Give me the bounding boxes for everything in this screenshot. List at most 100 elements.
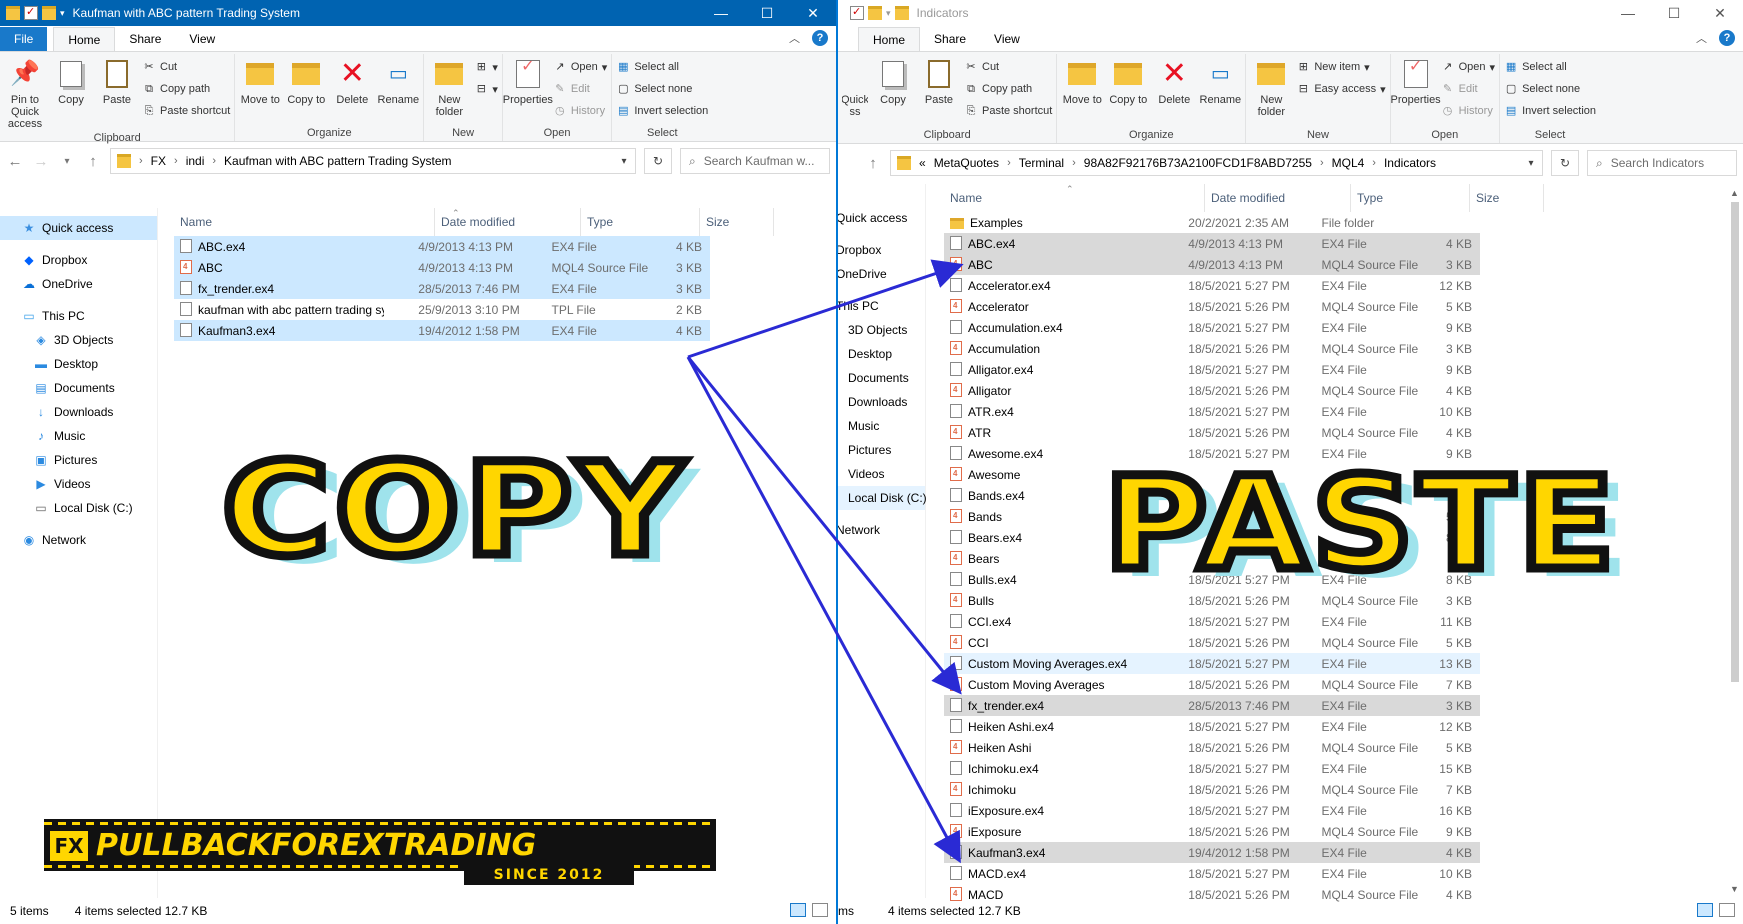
file-row[interactable]: Heiken Ashi.ex4 18/5/2021 5:27 PM EX4 File…	[944, 716, 1480, 737]
nav-item-quick-access[interactable]: Quick access	[838, 206, 925, 230]
file-row[interactable]: Alligator.ex4 18/5/2021 5:27 PM EX4 File 9 …	[944, 359, 1480, 380]
easy-access-button[interactable]: ⊟ Easy access ▾	[1296, 80, 1386, 98]
file-row[interactable]: ABC.ex4 4/9/2013 4:13 PM EX4 File 4 KB	[944, 233, 1480, 254]
file-row[interactable]: Awesome.ex4 18/5/2021 5:27 PM EX4 File 9 KB	[944, 443, 1480, 464]
search-input[interactable]: ⌕ Search Kaufman w...	[680, 148, 830, 174]
paste-shortcut-button[interactable]: ⎘ Paste shortcut	[964, 102, 1053, 120]
edit-button[interactable]: ✎ Edit	[1441, 80, 1495, 98]
minimize-button[interactable]: —	[1605, 0, 1651, 26]
refresh-icon[interactable]: ↻	[1551, 150, 1579, 176]
file-row[interactable]: Heiken Ashi 18/5/2021 5:26 PM MQL4 Source …	[944, 737, 1480, 758]
nav-item-downloads[interactable]: Downloads	[838, 390, 925, 414]
rename-button[interactable]: ▭ Rename	[377, 54, 420, 125]
delete-button[interactable]: ✕ Delete	[1153, 54, 1195, 127]
nav-item-downloads[interactable]: ↓ Downloads	[0, 400, 157, 424]
nav-item-music[interactable]: Music	[838, 414, 925, 438]
breadcrumb-item[interactable]: Kaufman with ABC pattern Trading System	[224, 154, 451, 168]
file-row[interactable]: Alligator 18/5/2021 5:26 PM MQL4 Source Fi…	[944, 380, 1480, 401]
nav-item-videos[interactable]: ▶ Videos	[0, 472, 157, 496]
file-row[interactable]: Kaufman3.ex4 19/4/2012 1:58 PM EX4 File 4 K…	[174, 320, 710, 341]
file-row[interactable]: ATR.ex4 18/5/2021 5:27 PM EX4 File 10 KB	[944, 401, 1480, 422]
scroll-up-icon[interactable]: ▲	[1730, 188, 1739, 198]
open-button[interactable]: ↗ Open ▾	[1441, 58, 1495, 76]
tab-home[interactable]: Home	[858, 27, 921, 51]
file-row[interactable]: CCI.ex4 18/5/2021 5:27 PM EX4 File 11 KB	[944, 611, 1480, 632]
move-to-button[interactable]: Move to	[239, 54, 281, 125]
move-to-button[interactable]: Move to	[1061, 54, 1103, 127]
edit-button[interactable]: ✎ Edit	[553, 80, 607, 98]
search-input[interactable]: ⌕ Search Indicators	[1587, 150, 1737, 176]
file-row[interactable]: MACD.ex4 18/5/2021 5:27 PM EX4 File 10 KB	[944, 863, 1480, 884]
copy-path-button[interactable]: ⧉ Copy path	[964, 80, 1052, 98]
address-bar[interactable]: › FX › indi › Kaufman with ABC pattern T…	[110, 148, 636, 174]
file-row[interactable]: Kaufman3.ex4 19/4/2012 1:58 PM EX4 File 4 K…	[944, 842, 1480, 863]
column-header-name[interactable]: Name	[944, 184, 1205, 212]
select-all-button[interactable]: ▦ Select all	[1504, 58, 1596, 76]
file-row[interactable]: Accumulation 18/5/2021 5:26 PM MQL4 Source…	[944, 338, 1480, 359]
nav-item-onedrive[interactable]: OneDrive	[838, 262, 925, 286]
file-row[interactable]: ABC 4/9/2013 4:13 PM MQL4 Source File 3 KB	[174, 257, 710, 278]
address-bar[interactable]: « MetaQuotes › Terminal › 98A82F92176B73…	[890, 150, 1543, 176]
nav-item-3d-objects[interactable]: ◈ 3D Objects	[0, 328, 157, 352]
file-row[interactable]: Bands 5 KB	[944, 506, 1480, 527]
tab-view[interactable]: View	[980, 27, 1034, 51]
new-item-button[interactable]: ⊞ ▾	[474, 58, 498, 76]
file-row[interactable]: Bulls.ex4 18/5/2021 5:27 PM EX4 File 8 KB	[944, 569, 1480, 590]
tab-home[interactable]: Home	[53, 27, 116, 51]
scroll-down-icon[interactable]: ▼	[1730, 884, 1739, 894]
large-icons-view-icon[interactable]	[1719, 903, 1735, 917]
column-header-date[interactable]: Date modified	[1205, 184, 1351, 212]
large-icons-view-icon[interactable]	[812, 903, 828, 917]
file-row[interactable]: ABC 4/9/2013 4:13 PM MQL4 Source File 3 KB	[944, 254, 1480, 275]
nav-item-onedrive[interactable]: ☁ OneDrive	[0, 272, 157, 296]
file-row[interactable]: Awesome	[944, 464, 1480, 485]
folder-icon[interactable]	[6, 6, 20, 20]
breadcrumb-item[interactable]: 98A82F92176B73A2100FCD1F8ABD7255	[1084, 156, 1312, 170]
pin-quick-access-button[interactable]: 📌 Pin to Quick access	[4, 54, 46, 131]
new-folder-button[interactable]: New folder	[428, 54, 470, 125]
maximize-button[interactable]: ☐	[1651, 0, 1697, 26]
nav-item-quick-access[interactable]: ★ Quick access	[0, 216, 157, 240]
tab-share[interactable]: Share	[115, 27, 175, 51]
select-none-button[interactable]: ▢ Select none	[1504, 80, 1596, 98]
breadcrumb-item[interactable]: MetaQuotes	[934, 156, 999, 170]
cut-button[interactable]: ✂ Cut	[964, 58, 1052, 76]
file-row[interactable]: Ichimoku 18/5/2021 5:26 PM MQL4 Source Fil…	[944, 779, 1480, 800]
select-none-button[interactable]: ▢ Select none	[616, 80, 708, 98]
file-row[interactable]: Custom Moving Averages 18/5/2021 5:26 PM M…	[944, 674, 1480, 695]
up-arrow-icon[interactable]: ↑	[864, 155, 882, 172]
close-button[interactable]: ✕	[1697, 0, 1743, 26]
chevron-down-icon[interactable]: ▾	[886, 8, 891, 19]
new-folder-button[interactable]: New folder	[1250, 54, 1292, 127]
copy-button[interactable]: Copy	[50, 54, 92, 130]
chevron-down-icon[interactable]: ▾	[60, 8, 65, 19]
back-arrow-icon[interactable]: ←	[6, 153, 24, 170]
chevron-up-icon[interactable]: ︿	[1696, 30, 1707, 46]
properties-check-icon[interactable]	[850, 5, 864, 20]
refresh-icon[interactable]: ↻	[644, 148, 672, 174]
copy-to-button[interactable]: Copy to	[285, 54, 327, 125]
breadcrumb-item[interactable]: Terminal	[1019, 156, 1064, 170]
file-row[interactable]: ATR 18/5/2021 5:26 PM MQL4 Source File 4 KB	[944, 422, 1480, 443]
delete-button[interactable]: ✕ Delete	[331, 54, 373, 125]
file-row[interactable]: fx_trender.ex4 28/5/2013 7:46 PM EX4 File 3…	[174, 278, 710, 299]
nav-item-documents[interactable]: ▤ Documents	[0, 376, 157, 400]
file-row[interactable]: fx_trender.ex4 28/5/2013 7:46 PM EX4 File 3…	[944, 695, 1480, 716]
nav-item-desktop[interactable]: Desktop	[838, 342, 925, 366]
invert-selection-button[interactable]: ▤ Invert selection	[1504, 102, 1596, 120]
history-button[interactable]: ◷ History	[553, 102, 607, 120]
breadcrumb-item[interactable]: indi	[186, 154, 205, 168]
breadcrumb-item[interactable]: MQL4	[1332, 156, 1365, 170]
tab-share[interactable]: Share	[920, 27, 980, 51]
history-button[interactable]: ◷ History	[1441, 102, 1495, 120]
copy-path-button[interactable]: ⧉ Copy path	[142, 80, 230, 98]
column-header-size[interactable]: Size	[700, 208, 774, 236]
nav-item-local-disk-c[interactable]: Local Disk (C:)	[838, 486, 927, 510]
file-row[interactable]: Accumulation.ex4 18/5/2021 5:27 PM EX4 Fil…	[944, 317, 1480, 338]
nav-item-local-disk-c[interactable]: ▭ Local Disk (C:)	[0, 496, 157, 520]
help-icon[interactable]: ?	[812, 30, 828, 46]
chevron-up-icon[interactable]: ︿	[789, 30, 800, 46]
maximize-button[interactable]: ☐	[744, 0, 790, 26]
details-view-icon[interactable]	[790, 903, 806, 917]
nav-item-this-pc[interactable]: ▭ This PC	[0, 304, 157, 328]
